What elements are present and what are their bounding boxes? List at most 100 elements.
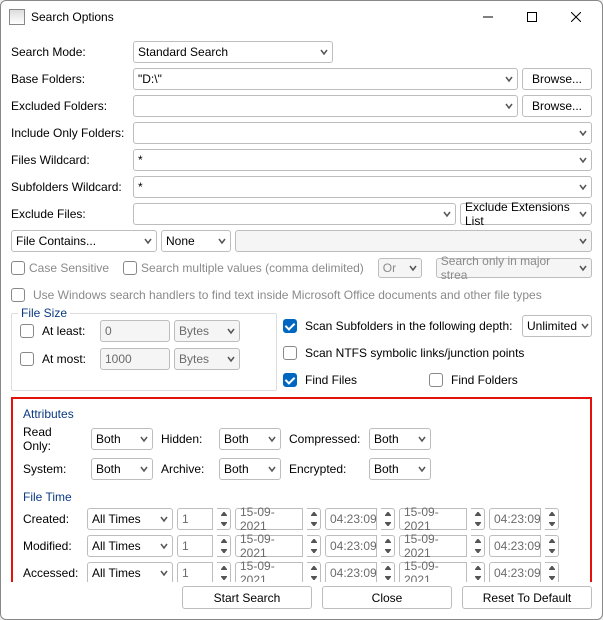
accessed-date1-input[interactable]: 15-09-2021 <box>235 562 303 582</box>
highlighted-section: Attributes Read Only: Both Hidden: Both … <box>11 397 592 582</box>
search-multiple-label: Search multiple values (comma delimited) <box>141 261 364 275</box>
hidden-combo[interactable]: Both <box>219 428 281 450</box>
attributes-group: Attributes Read Only: Both Hidden: Both … <box>19 405 584 486</box>
modified-count-input[interactable]: 1 <box>177 535 213 557</box>
file-contains-mode-combo[interactable]: None <box>161 230 231 252</box>
search-major-combo[interactable]: Search only in major strea <box>436 258 592 278</box>
at-least-checkbox[interactable] <box>20 324 34 338</box>
subfolders-wildcard-combo[interactable]: * <box>133 176 592 198</box>
chevron-down-icon <box>218 234 226 248</box>
files-wildcard-label: Files Wildcard: <box>11 153 129 167</box>
file-contains-input[interactable] <box>235 230 592 252</box>
use-windows-handlers-label: Use Windows search handlers to find text… <box>33 288 542 302</box>
spinner[interactable] <box>307 535 321 557</box>
chevron-down-icon <box>579 126 587 140</box>
spinner[interactable] <box>471 562 485 582</box>
modified-date2-input[interactable]: 15-09-2021 <box>399 535 467 557</box>
at-most-checkbox[interactable] <box>20 352 34 366</box>
exclude-files-combo[interactable] <box>133 203 456 225</box>
created-mode-combo[interactable]: All Times <box>87 508 173 530</box>
at-least-input[interactable]: 0 <box>100 320 170 342</box>
base-folders-combo[interactable]: "D:\" <box>133 68 518 90</box>
chevron-down-icon <box>320 45 328 59</box>
spinner[interactable] <box>471 535 485 557</box>
scan-subfolders-checkbox[interactable] <box>283 319 297 333</box>
scan-ntfs-checkbox[interactable] <box>283 346 297 360</box>
start-search-button[interactable]: Start Search <box>182 586 312 609</box>
at-most-input[interactable]: 1000 <box>100 348 170 370</box>
accessed-mode-combo[interactable]: All Times <box>87 562 173 582</box>
scan-ntfs-label: Scan NTFS symbolic links/junction points <box>305 346 524 360</box>
or-combo[interactable]: Or <box>378 258 422 278</box>
browse-base-button[interactable]: Browse... <box>522 68 592 90</box>
footer-buttons: Start Search Close Reset To Default <box>1 582 602 619</box>
files-wildcard-value: * <box>138 153 143 167</box>
exclude-extensions-combo[interactable]: Exclude Extensions List <box>460 203 592 225</box>
modified-date1-input[interactable]: 15-09-2021 <box>235 535 303 557</box>
spinner[interactable] <box>307 508 321 530</box>
close-button[interactable] <box>554 3 598 31</box>
accessed-date2-input[interactable]: 15-09-2021 <box>399 562 467 582</box>
spinner[interactable] <box>307 562 321 582</box>
modified-time1-input[interactable]: 04:23:09 <box>325 535 377 557</box>
at-least-label: At least: <box>42 324 96 338</box>
created-time2-input[interactable]: 04:23:09 <box>489 508 541 530</box>
chevron-down-icon <box>227 324 235 338</box>
created-date2-input[interactable]: 15-09-2021 <box>399 508 467 530</box>
chevron-down-icon <box>144 234 152 248</box>
reset-default-button[interactable]: Reset To Default <box>462 586 592 609</box>
accessed-count-input[interactable]: 1 <box>177 562 213 582</box>
scan-options-group: Scan Subfolders in the following depth: … <box>283 311 592 391</box>
spinner[interactable] <box>217 535 231 557</box>
app-icon <box>9 9 25 25</box>
at-least-unit-combo[interactable]: Bytes <box>174 320 240 342</box>
include-only-label: Include Only Folders: <box>11 126 129 140</box>
scan-depth-combo[interactable]: Unlimited <box>522 315 592 337</box>
browse-excluded-button[interactable]: Browse... <box>522 95 592 117</box>
archive-label: Archive: <box>161 462 211 476</box>
chevron-down-icon <box>160 512 168 526</box>
search-mode-combo[interactable]: Standard Search <box>133 41 333 63</box>
use-windows-handlers-checkbox[interactable] <box>11 288 25 302</box>
include-only-combo[interactable] <box>133 122 592 144</box>
read-only-combo[interactable]: Both <box>91 428 153 450</box>
file-size-legend: File Size <box>18 306 70 320</box>
system-combo[interactable]: Both <box>91 458 153 480</box>
archive-combo[interactable]: Both <box>219 458 281 480</box>
spinner[interactable] <box>217 508 231 530</box>
spinner[interactable] <box>545 562 559 582</box>
maximize-button[interactable] <box>510 3 554 31</box>
spinner[interactable] <box>381 562 395 582</box>
compressed-combo[interactable]: Both <box>369 428 431 450</box>
created-count-input[interactable]: 1 <box>177 508 213 530</box>
encrypted-combo[interactable]: Both <box>369 458 431 480</box>
spinner[interactable] <box>545 535 559 557</box>
modified-mode-combo[interactable]: All Times <box>87 535 173 557</box>
find-folders-checkbox[interactable] <box>429 373 443 387</box>
at-most-unit-combo[interactable]: Bytes <box>174 348 240 370</box>
spinner[interactable] <box>471 508 485 530</box>
accessed-time2-input[interactable]: 04:23:09 <box>489 562 541 582</box>
file-contains-combo[interactable]: File Contains... <box>11 230 157 252</box>
created-time1-input[interactable]: 04:23:09 <box>325 508 377 530</box>
excluded-folders-combo[interactable] <box>133 95 518 117</box>
spinner[interactable] <box>381 535 395 557</box>
spinner[interactable] <box>545 508 559 530</box>
accessed-label: Accessed: <box>23 566 83 580</box>
file-contains-value: File Contains... <box>16 234 96 248</box>
created-date1-input[interactable]: 15-09-2021 <box>235 508 303 530</box>
accessed-time1-input[interactable]: 04:23:09 <box>325 562 377 582</box>
chevron-down-icon <box>581 319 589 333</box>
attributes-legend: Attributes <box>23 407 580 421</box>
modified-time2-input[interactable]: 04:23:09 <box>489 535 541 557</box>
search-multiple-checkbox[interactable] <box>123 261 137 275</box>
files-wildcard-combo[interactable]: * <box>133 149 592 171</box>
minimize-button[interactable] <box>466 3 510 31</box>
spinner[interactable] <box>381 508 395 530</box>
case-sensitive-checkbox[interactable] <box>11 261 25 275</box>
spinner[interactable] <box>217 562 231 582</box>
chevron-down-icon <box>140 432 148 446</box>
find-files-checkbox[interactable] <box>283 373 297 387</box>
close-dialog-button[interactable]: Close <box>322 586 452 609</box>
dialog-content: Search Mode: Standard Search Base Folder… <box>1 33 602 582</box>
